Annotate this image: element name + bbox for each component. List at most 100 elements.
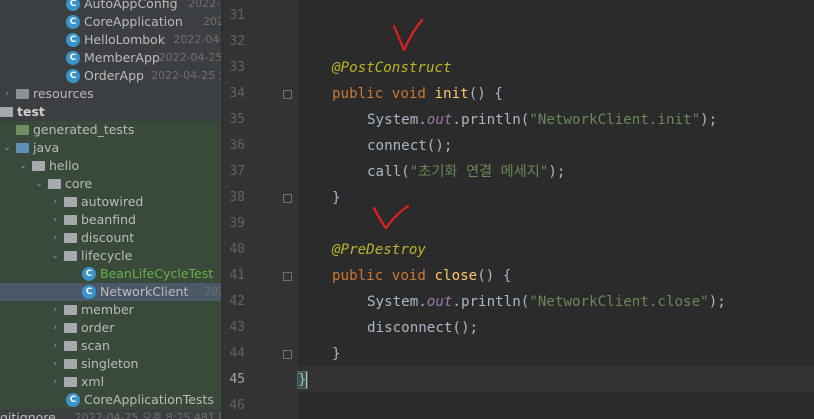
text-caret bbox=[305, 372, 307, 388]
code-line-42: System.out.println("NetworkClient.close"… bbox=[367, 294, 726, 310]
folder-icon bbox=[16, 89, 29, 99]
line-number-36[interactable]: 36 bbox=[223, 133, 245, 159]
check-mark-top bbox=[392, 18, 424, 52]
tree-item-label: NetworkClient bbox=[100, 284, 189, 299]
line-number-31[interactable]: 31 bbox=[223, 3, 245, 29]
chevron-down-icon[interactable]: ⌄ bbox=[50, 247, 60, 265]
chevron-right-icon[interactable]: › bbox=[50, 301, 60, 319]
folder-icon bbox=[0, 107, 13, 117]
line-number-44[interactable]: 44 bbox=[223, 341, 245, 367]
chevron-down-icon[interactable]: ⌄ bbox=[34, 175, 44, 193]
tree-item-label: scan bbox=[81, 338, 110, 353]
java-class-icon: C bbox=[66, 0, 80, 11]
package-icon bbox=[64, 305, 77, 315]
tree-item-java[interactable]: ⌄ java bbox=[0, 139, 221, 157]
tree-item-gitignore[interactable]: gitignore 2022-04-25 오후 8:25 481 B bbox=[0, 409, 222, 419]
tree-item-label: CoreApplicationTests bbox=[84, 392, 214, 407]
line-number-43[interactable]: 43 bbox=[223, 315, 245, 341]
fold-marker-icon[interactable] bbox=[283, 350, 292, 359]
tree-item-label: beanfind bbox=[81, 212, 136, 227]
package-icon bbox=[64, 233, 77, 243]
chevron-right-icon[interactable]: › bbox=[50, 373, 60, 391]
fold-marker-icon[interactable] bbox=[283, 90, 292, 99]
package-icon bbox=[64, 251, 77, 261]
line-number-39[interactable]: 39 bbox=[223, 211, 245, 237]
line-number-45[interactable]: 45 bbox=[223, 367, 245, 393]
tree-item-label: generated_tests bbox=[33, 122, 135, 137]
line-number-35[interactable]: 35 bbox=[223, 107, 245, 133]
line-number-32[interactable]: 32 bbox=[223, 29, 245, 55]
tree-item-date: 2022-04-25 bbox=[173, 33, 221, 46]
line-number-46[interactable]: 46 bbox=[223, 393, 245, 419]
line-number-37[interactable]: 37 bbox=[223, 159, 245, 185]
tree-item-hello[interactable]: ⌄ hello bbox=[0, 157, 221, 175]
tree-item-label: test bbox=[17, 104, 45, 119]
tree-item-scan[interactable]: › scan bbox=[0, 337, 221, 355]
code-line-45: } bbox=[297, 367, 798, 393]
tree-item-memberapp[interactable]: C MemberApp 2022-04-25 bbox=[0, 49, 222, 67]
chevron-right-icon[interactable]: › bbox=[50, 319, 60, 337]
project-tree[interactable]: C AutoAppConfig 2022-04- C CoreApplication 20… bbox=[0, 0, 222, 419]
tree-item-label: core bbox=[65, 176, 93, 191]
line-number-34[interactable]: 34 bbox=[223, 81, 245, 107]
chevron-right-icon[interactable]: › bbox=[50, 229, 60, 247]
chevron-right-icon[interactable]: › bbox=[50, 211, 60, 229]
tree-item-date: 2022-04-25 bbox=[158, 51, 222, 64]
chevron-right-icon[interactable]: › bbox=[50, 355, 60, 373]
tree-item-date: 2022-04- bbox=[203, 15, 221, 28]
tree-item-beanfind[interactable]: › beanfind bbox=[0, 211, 221, 229]
chevron-right-icon[interactable]: › bbox=[50, 337, 60, 355]
code-line-41: public void close() { bbox=[332, 268, 512, 284]
java-class-icon: C bbox=[66, 393, 80, 407]
annotation-marks bbox=[372, 18, 424, 230]
folder-icon bbox=[16, 143, 29, 153]
line-number-33[interactable]: 33 bbox=[223, 55, 245, 81]
tree-item-member[interactable]: › member bbox=[0, 301, 221, 319]
chevron-down-icon[interactable]: ⌄ bbox=[2, 139, 12, 157]
tree-item-discount[interactable]: › discount bbox=[0, 229, 221, 247]
code-editor[interactable]: @PostConstruct public void init() { Syst… bbox=[297, 0, 814, 419]
line-number-42[interactable]: 42 bbox=[223, 289, 245, 315]
package-icon bbox=[64, 197, 77, 207]
chevron-down-icon[interactable]: ⌄ bbox=[18, 157, 28, 175]
tree-item-generated-tests[interactable]: generated_tests bbox=[0, 121, 221, 139]
tree-item-order[interactable]: › order bbox=[0, 319, 221, 337]
tree-item-coreapplication[interactable]: C CoreApplication 2022-04- bbox=[0, 13, 221, 31]
java-class-icon: C bbox=[66, 51, 80, 65]
tree-item-label: AutoAppConfig bbox=[84, 0, 178, 11]
package-icon bbox=[64, 377, 77, 387]
tree-item-label: resources bbox=[33, 86, 94, 101]
tree-item-autoappconfig[interactable]: C AutoAppConfig 2022-04- bbox=[0, 0, 221, 13]
tree-item-label: HelloLombok bbox=[84, 32, 166, 47]
check-mark-bottom bbox=[372, 204, 410, 230]
tree-item-singleton[interactable]: › singleton bbox=[0, 355, 221, 373]
fold-marker-icon[interactable] bbox=[283, 272, 292, 281]
tree-item-coreapplicationtests[interactable]: CCoreApplicationTests2022 bbox=[0, 391, 221, 409]
java-class-icon: C bbox=[66, 15, 80, 29]
tree-item-label: xml bbox=[81, 374, 105, 389]
tree-item-xml[interactable]: › xml bbox=[0, 373, 221, 391]
editor-gutter: 31 32 33 34 35 36 37 38 39 40 41 42 43 44 45 46 bbox=[223, 0, 298, 419]
tree-item-label: gitignore bbox=[0, 410, 56, 419]
chevron-right-icon[interactable]: › bbox=[2, 85, 12, 103]
tree-item-label: OrderApp bbox=[84, 68, 144, 83]
java-class-icon: C bbox=[66, 69, 80, 83]
tree-item-hellolombok[interactable]: C HelloLombok 2022-04-25 bbox=[0, 31, 221, 49]
tree-item-orderapp[interactable]: C OrderApp 2022-04-25 오후 bbox=[0, 67, 221, 85]
fold-marker-icon[interactable] bbox=[283, 194, 292, 203]
tree-item-lifecycle[interactable]: ⌄ lifecycle bbox=[0, 247, 221, 265]
tree-item-core[interactable]: ⌄ core bbox=[0, 175, 221, 193]
line-number-40[interactable]: 40 bbox=[223, 237, 245, 263]
line-number-38[interactable]: 38 bbox=[223, 185, 245, 211]
tree-item-date: 2022-04-25 오후 8:25 481 B bbox=[74, 411, 222, 419]
tree-item-date: 2022-04-25 오후 bbox=[151, 69, 221, 82]
chevron-right-icon[interactable]: › bbox=[50, 193, 60, 211]
tree-item-networkclient[interactable]: C NetworkClient 2022-04 bbox=[0, 283, 221, 301]
tree-item-resources[interactable]: › resources bbox=[0, 85, 221, 103]
tree-item-autowired[interactable]: › autowired bbox=[0, 193, 221, 211]
tree-item-label: BeanLifeCycleTest bbox=[100, 266, 214, 281]
tree-item-test[interactable]: ⌄test bbox=[0, 103, 221, 121]
tree-item-beanlifecycletest[interactable]: CBeanLifeCycleTest2022 bbox=[0, 265, 221, 283]
line-number-41[interactable]: 41 bbox=[223, 263, 245, 289]
code-line-44: } bbox=[332, 346, 341, 362]
